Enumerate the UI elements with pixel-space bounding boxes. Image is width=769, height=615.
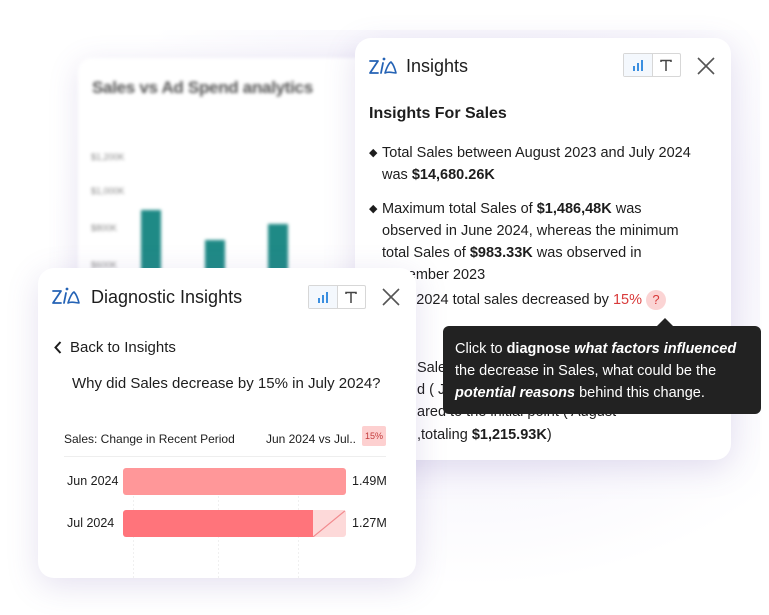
back-to-insights-link[interactable]: Back to Insights	[54, 339, 176, 356]
sales-bar	[123, 510, 314, 537]
chart-view-button[interactable]	[624, 54, 652, 76]
insights-title: Insights	[406, 56, 469, 76]
insight-text: Total Sales between August 2023 and July…	[382, 145, 691, 183]
decrease-value: 15%	[612, 291, 642, 308]
sales-bar	[123, 468, 346, 495]
text-run: behind this change.	[575, 385, 705, 401]
bar-category-label: Jun 2024	[67, 474, 119, 488]
insights-header: Insights	[355, 38, 731, 94]
y-tick: $1,000K	[91, 186, 125, 196]
chart-header: Sales: Change in Recent Period Jun 2024 …	[64, 426, 386, 457]
text-run: Maximum total Sales of	[382, 201, 537, 217]
y-tick: $800K	[91, 223, 118, 233]
diagnose-tooltip: Click to diagnose what factors influence…	[443, 318, 761, 414]
bar-category-label: Jul 2024	[67, 516, 115, 530]
emphasis-text: $983.33K	[469, 245, 533, 261]
bar-track	[123, 510, 346, 537]
bullet-diamond-icon: ◆	[369, 203, 378, 215]
emphasis-text: potential reasons	[455, 385, 576, 401]
view-toggle	[623, 53, 681, 77]
fragment-value: $1,215.93K	[471, 427, 547, 443]
emphasis-text: $1,486,48K	[536, 201, 612, 217]
bar-chart-icon	[632, 59, 643, 71]
bullet-diamond-icon: ◆	[369, 147, 378, 159]
background-chart-title: Sales vs Ad Spend analytics	[92, 78, 313, 97]
insights-heading: Insights For Sales	[369, 105, 507, 122]
fragment-text: )	[546, 427, 552, 443]
zia-logo-icon	[369, 57, 397, 74]
change-badge: 15%	[361, 426, 386, 446]
bar-chart-icon	[317, 291, 328, 303]
text-view-button[interactable]	[336, 286, 366, 308]
text-run: Click to	[455, 341, 507, 357]
emphasis-text: what factors influenced	[574, 341, 737, 357]
diagnostic-question: Why did Sales decrease by 15% in July 20…	[72, 375, 381, 392]
diagnostic-header: Diagnostic Insights	[38, 268, 416, 324]
bar-track	[123, 468, 346, 495]
text-icon	[345, 291, 357, 303]
fragment-text: ,totaling	[417, 427, 472, 443]
bar-value-label: 1.49M	[352, 474, 387, 488]
tooltip-text: Click to diagnose what factors influence…	[455, 341, 736, 401]
insight-item: ◆ Total Sales between August 2023 and Jul…	[369, 142, 699, 186]
text-run: the decrease in Sales, what could be the	[455, 363, 717, 379]
y-tick: $1,200K	[91, 152, 125, 162]
emphasis-text: $14,680.26K	[411, 167, 495, 183]
occluded-fragment: Sale	[417, 360, 447, 376]
close-icon[interactable]	[381, 287, 401, 307]
insight-item: ◆ Maximum total Sales of $1,486,48K was o…	[369, 198, 699, 286]
zia-logo-icon	[52, 287, 80, 304]
insight-decrease-item: y 2024 total sales decreased by 15%?	[405, 290, 666, 310]
decrease-gap	[312, 510, 346, 537]
text-view-button[interactable]	[651, 54, 681, 76]
text-icon	[660, 59, 672, 71]
insights-list: ◆ Total Sales between August 2023 and Jul…	[369, 142, 699, 298]
insight-text: Maximum total Sales of $1,486,48K was ob…	[382, 201, 679, 283]
chart-view-button[interactable]	[309, 286, 337, 308]
chevron-left-icon	[54, 341, 62, 354]
diagnostic-insights-panel: Diagnostic Insights Back to Insights Why…	[38, 268, 416, 578]
diagnose-help-button[interactable]: ?	[646, 290, 666, 310]
comparison-period: Jun 2024 vs Jul..	[265, 432, 356, 446]
diagnostic-title: Diagnostic Insights	[91, 287, 243, 307]
occluded-fragment: ,totaling $1,215.93K)	[417, 427, 552, 443]
decrease-text: y 2024 total sales decreased by	[405, 291, 613, 308]
bar-value-label: 1.27M	[352, 516, 387, 530]
chart-label: Sales: Change in Recent Period	[64, 432, 235, 446]
emphasis-text: diagnose	[506, 341, 571, 357]
view-toggle	[308, 285, 366, 309]
back-label: Back to Insights	[70, 339, 176, 356]
close-icon[interactable]	[696, 56, 716, 76]
